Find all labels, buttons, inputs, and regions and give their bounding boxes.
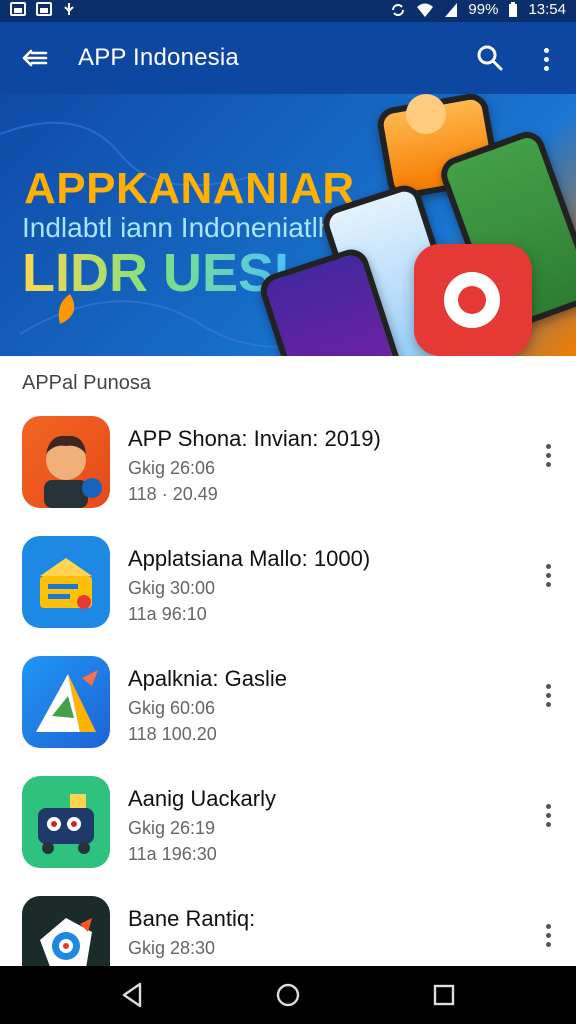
app-meta-secondary: 11a 196:30 (128, 844, 217, 864)
sync-icon (392, 3, 405, 16)
nav-back-icon[interactable] (118, 980, 146, 1010)
usb-icon (64, 3, 74, 15)
promo-banner[interactable]: APPKANANIAR Indlabtl iann Indoneniatlh L… (0, 94, 576, 356)
person-avatar-icon (22, 416, 110, 508)
banner-headline: APPKANANIAR (24, 164, 355, 213)
status-left (10, 2, 76, 16)
triangle-arrow-icon (22, 656, 110, 748)
banner-subheadline: Indlabtl iann Indoneniatlh (22, 212, 334, 243)
battery-icon (509, 1, 518, 17)
nav-recents-icon[interactable] (430, 980, 458, 1010)
more-options-icon[interactable] (536, 440, 560, 470)
more-options-icon[interactable] (536, 920, 560, 950)
robot-car-icon (22, 776, 110, 868)
app-meta-secondary: 118 100.20 (128, 724, 217, 744)
app-meta-primary: Gkig 26:19 (128, 818, 216, 838)
search-icon[interactable] (474, 42, 506, 74)
list-item[interactable]: Applatsiana Mallo: 1000) Gkig 30:00 11a … (0, 522, 576, 643)
more-options-icon[interactable] (536, 560, 560, 590)
more-options-icon[interactable] (536, 680, 560, 710)
status-bar: 99% 13:54 (0, 0, 576, 22)
battery-percent: 99% (468, 1, 499, 18)
image-notification-icon (10, 2, 26, 16)
gallery-notification-icon (36, 2, 52, 16)
list-item[interactable]: Aanig Uackarly Gkig 26:19 11a 196:30 (0, 762, 576, 883)
clock: 13:54 (528, 1, 566, 18)
folder-house-icon (22, 536, 110, 628)
list-item[interactable]: APP Shona: Invian: 2019) Gkig 26:06 118 … (0, 402, 576, 523)
system-nav-bar (0, 966, 576, 1024)
app-meta-primary: Gkig 30:00 (128, 578, 216, 598)
overflow-menu-icon[interactable] (534, 44, 558, 74)
status-right: 99% 13:54 (390, 1, 566, 18)
banner-play-badge (414, 244, 532, 356)
app-title: APP Indonesia (78, 44, 239, 71)
app-meta-primary: Gkig 60:06 (128, 698, 216, 718)
app-meta-secondary: 11a 96:10 (128, 604, 207, 624)
app-name: Aanig Uackarly (128, 786, 276, 811)
app-meta-primary: Gkig 28:30 (128, 938, 216, 958)
nav-home-icon[interactable] (274, 980, 302, 1010)
app-name: Applatsiana Mallo: 1000) (128, 546, 371, 571)
app-meta-secondary: 118 · 20.49 (128, 484, 218, 504)
app-name: Bane Rantiq: (128, 906, 256, 931)
section-title: APPal Punosa (22, 372, 151, 394)
app-meta-primary: Gkig 26:06 (128, 458, 216, 478)
banner-tagline: LIDR UESI (22, 243, 290, 303)
menu-back-icon[interactable] (18, 42, 50, 74)
wifi-icon (417, 3, 434, 17)
app-name: Apalknia: Gaslie (128, 666, 287, 691)
app-bar: APP Indonesia (0, 22, 576, 94)
signal-icon (445, 2, 458, 17)
app-name: APP Shona: Invian: 2019) (128, 426, 381, 451)
list-item[interactable]: Apalknia: Gaslie Gkig 60:06 118 100.20 (0, 642, 576, 763)
banner-avatar-art (406, 94, 446, 134)
more-options-icon[interactable] (536, 800, 560, 830)
